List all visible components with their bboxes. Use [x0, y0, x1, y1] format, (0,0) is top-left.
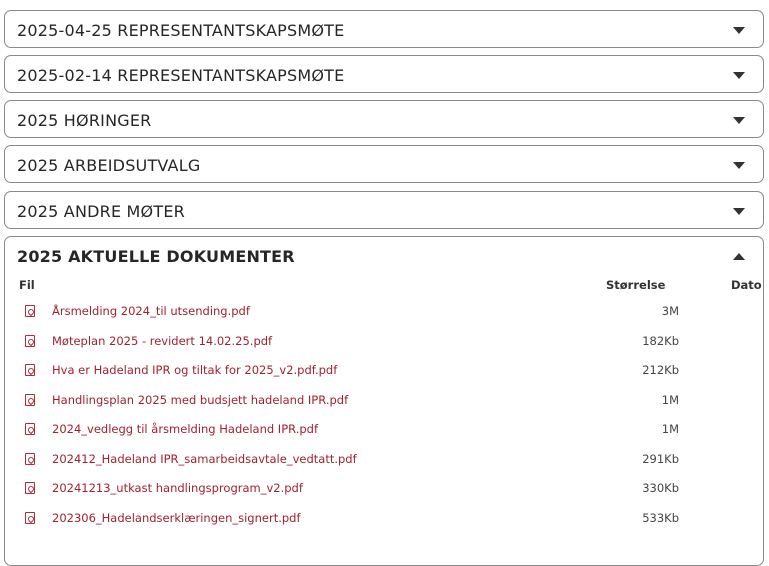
file-size: 3M — [661, 304, 679, 318]
file-link[interactable]: 202306_Hadelandserklæringen_signert.pdf — [52, 511, 301, 525]
accordion-section-open: 2025 AKTUELLE DOKUMENTER Fil Størrelse D… — [4, 236, 764, 566]
pdf-icon — [25, 393, 35, 406]
accordion-title: 2025-04-25 REPRESENTANTSKAPSMØTE — [17, 20, 345, 40]
pdf-icon — [25, 423, 35, 435]
file-link[interactable]: Handlingsplan 2025 med budsjett hadeland… — [52, 393, 348, 407]
accordion-header[interactable]: 2025 ANDRE MØTER — [5, 192, 763, 230]
table-row: 202306_Hadelandserklæringen_signert.pdf … — [5, 504, 763, 534]
chevron-down-icon[interactable] — [733, 161, 745, 169]
file-link[interactable]: 202412_Hadeland IPR_samarbeidsavtale_ved… — [52, 452, 357, 466]
chevron-down-icon[interactable] — [733, 207, 745, 215]
accordion-title: 2025-02-14 REPRESENTANTSKAPSMØTE — [17, 65, 345, 85]
pdf-icon — [25, 334, 35, 347]
chevron-down-icon[interactable] — [733, 116, 745, 124]
table-row: Hva er Hadeland IPR og tiltak for 2025_v… — [5, 356, 763, 386]
accordion-title: 2025 AKTUELLE DOKUMENTER — [17, 246, 295, 266]
file-link[interactable]: Hva er Hadeland IPR og tiltak for 2025_v… — [52, 363, 337, 377]
table-row: 20241213_utkast handlingsprogram_v2.pdf … — [5, 474, 763, 504]
files-table: Fil Størrelse Dato Årsmelding 2024_til u… — [5, 275, 763, 533]
accordion-section-2[interactable]: 2025 HØRINGER — [4, 100, 764, 138]
file-link[interactable]: 2024_vedlegg til årsmelding Hadeland IPR… — [52, 422, 318, 436]
accordion-title: 2025 ANDRE MØTER — [17, 201, 185, 221]
accordion-title: 2025 ARBEIDSUTVALG — [17, 155, 201, 175]
table-row: Møteplan 2025 - revidert 14.02.25.pdf 18… — [5, 327, 763, 357]
pdf-icon — [25, 511, 35, 524]
file-size: 182Kb — [642, 333, 679, 348]
file-size: 1M — [661, 392, 679, 407]
document-accordion-list: 2025-04-25 REPRESENTANTSKAPSMØTE 2025-02… — [0, 0, 769, 566]
file-size: 291Kb — [642, 451, 679, 466]
table-row: 202412_Hadeland IPR_samarbeidsavtale_ved… — [5, 445, 763, 475]
table-row: Årsmelding 2024_til utsending.pdf 3M — [5, 297, 763, 327]
table-row: Handlingsplan 2025 med budsjett hadeland… — [5, 386, 763, 416]
file-link[interactable]: Årsmelding 2024_til utsending.pdf — [52, 304, 250, 318]
accordion-section-0[interactable]: 2025-04-25 REPRESENTANTSKAPSMØTE — [4, 10, 764, 48]
pdf-icon — [25, 482, 35, 494]
chevron-down-icon[interactable] — [733, 26, 745, 34]
column-header-size: Størrelse — [606, 278, 666, 292]
accordion-header[interactable]: 2025 ARBEIDSUTVALG — [5, 146, 763, 184]
column-header-file: Fil — [19, 278, 35, 292]
accordion-section-3[interactable]: 2025 ARBEIDSUTVALG — [4, 145, 764, 183]
accordion-section-1[interactable]: 2025-02-14 REPRESENTANTSKAPSMØTE — [4, 55, 764, 93]
accordion-header[interactable]: 2025 AKTUELLE DOKUMENTER — [5, 237, 763, 275]
file-size: 533Kb — [642, 510, 679, 525]
accordion-title: 2025 HØRINGER — [17, 110, 152, 130]
pdf-icon — [25, 305, 35, 317]
pdf-icon — [25, 364, 35, 376]
accordion-section-4[interactable]: 2025 ANDRE MØTER — [4, 191, 764, 229]
accordion-header[interactable]: 2025-02-14 REPRESENTANTSKAPSMØTE — [5, 56, 763, 94]
chevron-up-icon[interactable] — [733, 252, 745, 260]
file-size: 330Kb — [642, 481, 679, 495]
file-link[interactable]: 20241213_utkast handlingsprogram_v2.pdf — [52, 481, 303, 495]
file-link[interactable]: Møteplan 2025 - revidert 14.02.25.pdf — [52, 334, 272, 348]
file-size: 212Kb — [642, 363, 679, 377]
table-header: Fil Størrelse Dato — [5, 275, 763, 297]
accordion-header[interactable]: 2025-04-25 REPRESENTANTSKAPSMØTE — [5, 11, 763, 49]
table-row: 2024_vedlegg til årsmelding Hadeland IPR… — [5, 415, 763, 445]
pdf-icon — [25, 452, 35, 465]
chevron-down-icon[interactable] — [733, 71, 745, 79]
file-size: 1M — [661, 422, 679, 436]
column-header-date: Dato — [731, 278, 762, 292]
accordion-header[interactable]: 2025 HØRINGER — [5, 101, 763, 139]
